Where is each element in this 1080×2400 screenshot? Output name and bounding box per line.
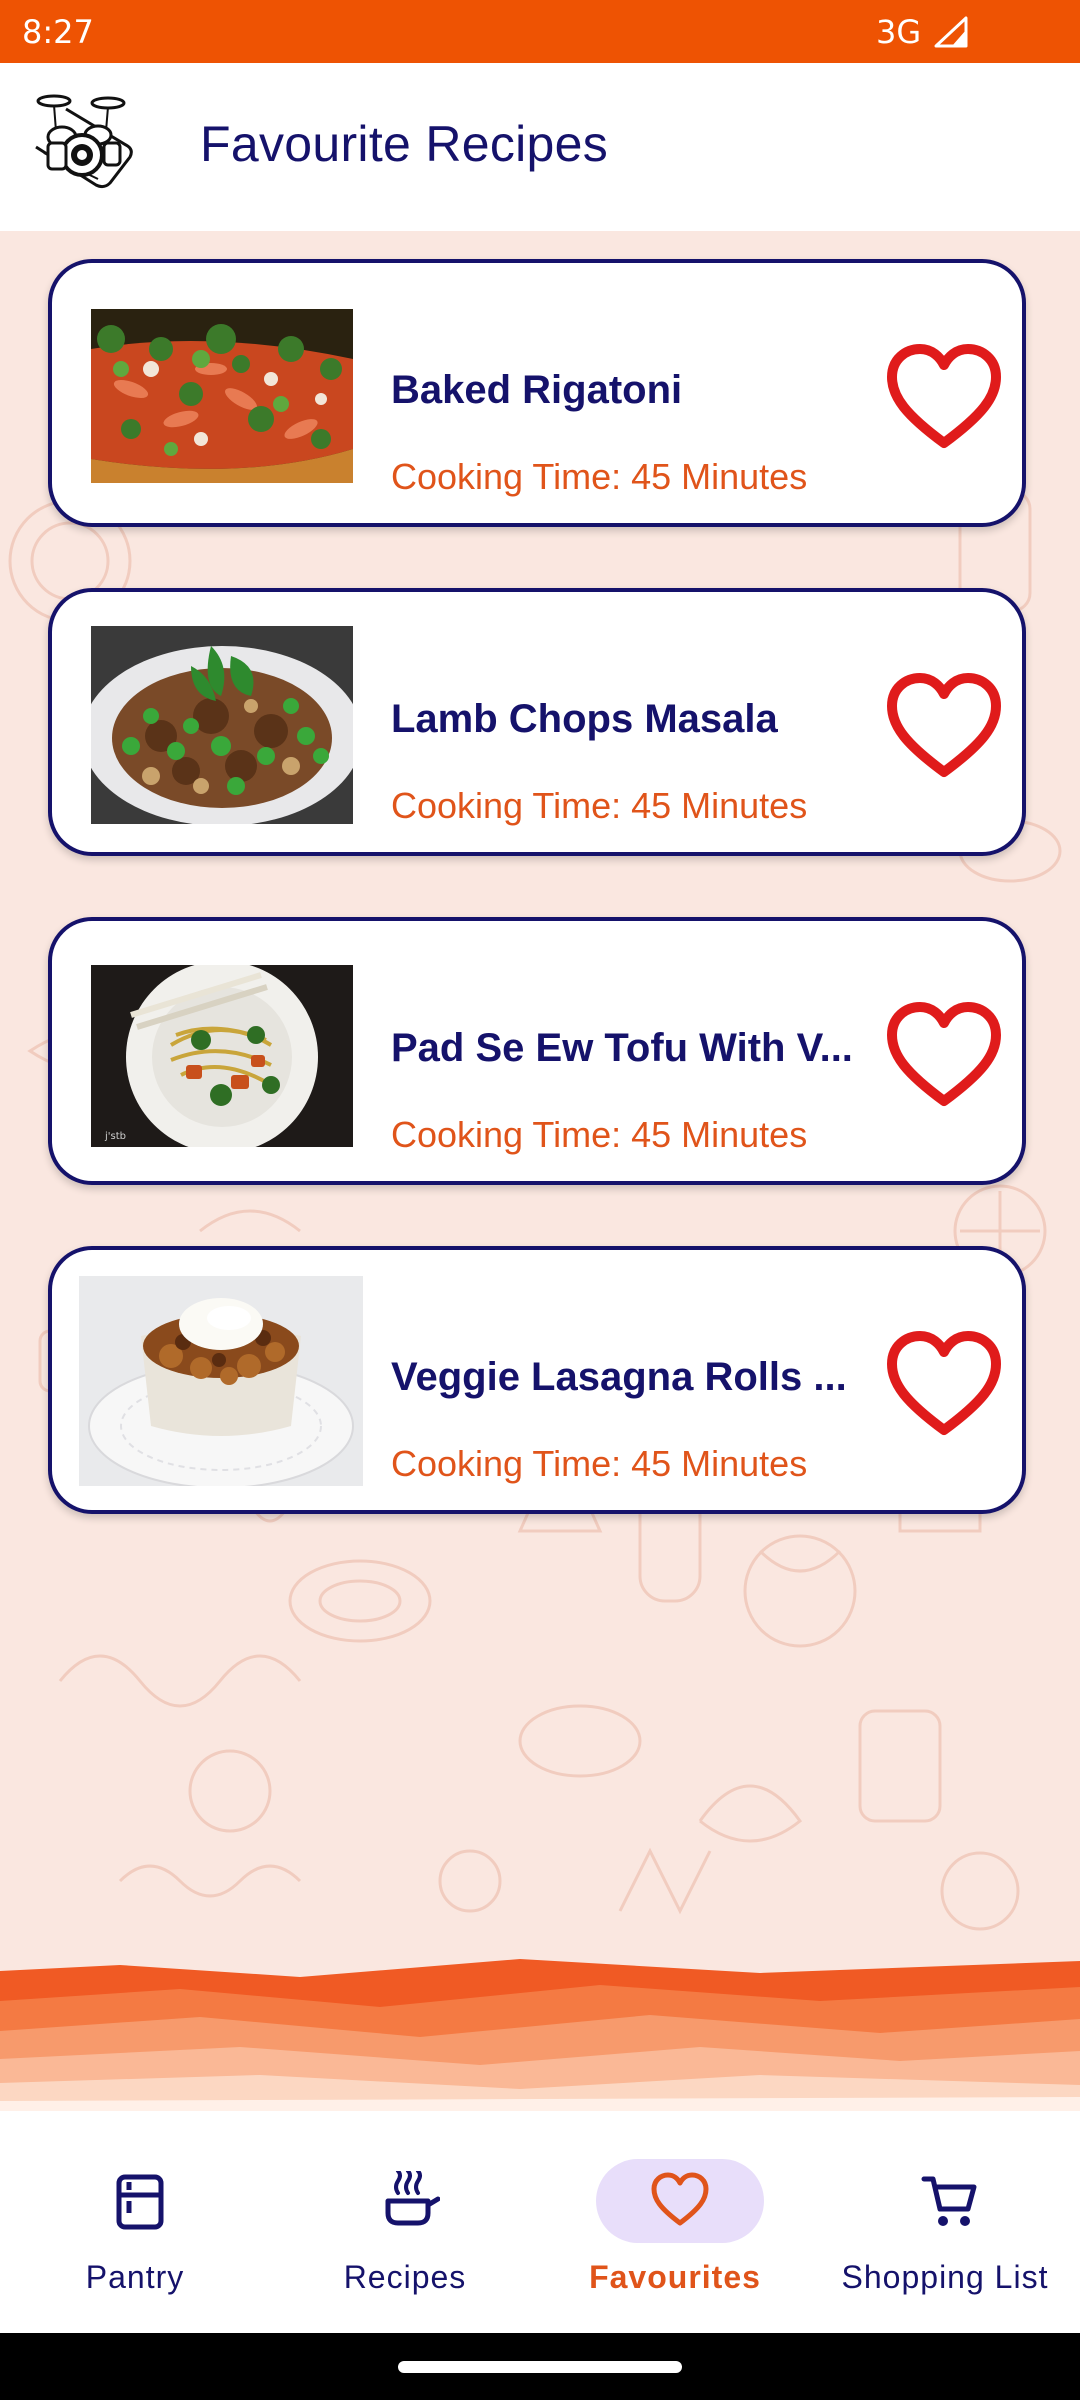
network-type: 3G [876, 13, 922, 51]
recipe-photo-veggie-lasagna-rolls [79, 1276, 363, 1486]
recipe-name: Veggie Lasagna Rolls ... [391, 1355, 847, 1399]
system-gesture-bar [0, 2333, 1080, 2400]
nav-label: Pantry [85, 2259, 185, 2295]
favourites-list-area: Baked Rigatoni Cooking Time: 45 Minutes [0, 231, 1080, 2111]
favourite-heart-icon[interactable] [886, 1330, 1002, 1440]
recipe-name: Lamb Chops Masala [391, 697, 778, 741]
recipe-card[interactable]: Veggie Lasagna Rolls ... Cooking Time: 4… [48, 1246, 1026, 1514]
nav-label: Shopping List [841, 2259, 1049, 2295]
fridge-icon [116, 2174, 164, 2230]
status-time: 8:27 [22, 13, 94, 51]
signal-icon [934, 16, 968, 48]
favourite-heart-icon[interactable] [886, 343, 1002, 453]
recipe-card[interactable]: j'stb Pad Se Ew Tofu With V... Cooking T… [48, 917, 1026, 1185]
orange-wave-decoration [0, 1959, 1080, 2111]
bottom-navigation: Pantry Recipes Favourites Shopping List [0, 2111, 1080, 2333]
heart-icon [651, 2172, 709, 2226]
cooking-time: Cooking Time: 45 Minutes [391, 785, 808, 826]
cooking-pot-icon [385, 2171, 440, 2226]
nav-item-shopping-list[interactable]: Shopping List [810, 2111, 1080, 2333]
page-title: Favourite Recipes [200, 116, 609, 172]
recipe-card[interactable]: Lamb Chops Masala Cooking Time: 45 Minut… [48, 588, 1026, 856]
favourite-heart-icon[interactable] [886, 1001, 1002, 1111]
cooking-time: Cooking Time: 45 Minutes [391, 1443, 808, 1484]
cooking-time: Cooking Time: 45 Minutes [391, 1114, 808, 1155]
drum-kit-logo-icon [35, 94, 133, 189]
app-bar: Favourite Recipes [0, 63, 1080, 231]
recipe-photo-pad-se-ew-tofu: j'stb [91, 965, 353, 1147]
status-bar: 8:27 3G [0, 0, 1080, 63]
cooking-time: Cooking Time: 45 Minutes [391, 456, 808, 497]
recipe-name: Pad Se Ew Tofu With V... [391, 1026, 853, 1070]
recipe-photo-baked-rigatoni [91, 309, 353, 483]
recipe-photo-lamb-chops-masala [91, 626, 353, 824]
recipe-card[interactable]: Baked Rigatoni Cooking Time: 45 Minutes [48, 259, 1026, 527]
svg-text:j'stb: j'stb [104, 1131, 126, 1142]
nav-label: Favourites [589, 2259, 761, 2295]
nav-item-favourites[interactable]: Favourites [540, 2111, 810, 2333]
nav-item-recipes[interactable]: Recipes [270, 2111, 540, 2333]
nav-label: Recipes [343, 2259, 467, 2295]
recipe-name: Baked Rigatoni [391, 368, 683, 412]
favourite-heart-icon[interactable] [886, 672, 1002, 782]
home-gesture-handle[interactable] [398, 2361, 682, 2373]
cart-icon [921, 2176, 977, 2226]
nav-item-pantry[interactable]: Pantry [0, 2111, 270, 2333]
